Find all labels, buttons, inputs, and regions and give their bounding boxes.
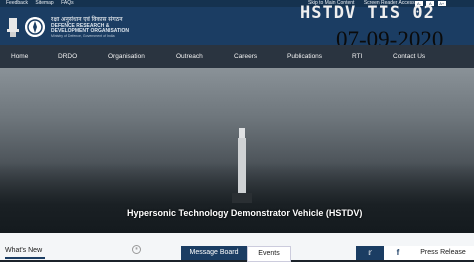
faqs-link[interactable]: FAQs — [61, 0, 74, 6]
feedback-link[interactable]: Feedback — [6, 0, 28, 6]
font-increase-button[interactable]: A+ — [437, 1, 446, 6]
whats-new-underline — [5, 257, 45, 259]
tab-message-board[interactable]: Message Board — [181, 246, 247, 260]
video-caption-ticker: HSTDV TIS 02 — [300, 3, 435, 23]
pause-icon[interactable]: ⏸ — [132, 245, 141, 254]
nav-organisation[interactable]: Organisation — [108, 53, 145, 60]
sitemap-link[interactable]: Sitemap — [35, 0, 53, 6]
press-release-tab[interactable]: Press Release — [412, 246, 474, 260]
nav-rti[interactable]: RTI — [352, 53, 362, 60]
nav-careers[interactable]: Careers — [234, 53, 257, 60]
org-ministry: Ministry of Defence, Government of India — [51, 34, 115, 38]
content-strip: What's New ⏸ Message Board Events 𝕣 f Pr… — [0, 233, 474, 262]
hero-title: Hypersonic Technology Demonstrator Vehic… — [127, 208, 363, 218]
organisation-name: रक्षा अनुसंधान एवं विकास संगठन DEFENCE R… — [51, 17, 129, 39]
nav-drdo[interactable]: DRDO — [58, 53, 77, 60]
utility-links: Feedback Sitemap FAQs — [6, 0, 80, 7]
national-emblem-icon — [7, 18, 19, 37]
vehicle-nose — [239, 128, 245, 138]
site-header: रक्षा अनुसंधान एवं विकास संगठन DEFENCE R… — [0, 3, 474, 52]
nav-outreach[interactable]: Outreach — [176, 53, 203, 60]
whats-new-heading: What's New — [5, 247, 43, 254]
twitter-icon[interactable]: 𝕣 — [356, 246, 384, 260]
facebook-icon[interactable]: f — [384, 246, 412, 260]
launch-vehicle-image — [232, 128, 252, 203]
main-nav: Home DRDO Organisation Outreach Careers … — [0, 45, 474, 68]
nav-publications[interactable]: Publications — [287, 53, 322, 60]
nav-home[interactable]: Home — [11, 53, 28, 60]
nav-contact-us[interactable]: Contact Us — [393, 53, 425, 60]
hero-banner[interactable]: Hypersonic Technology Demonstrator Vehic… — [0, 68, 474, 233]
drdo-logo-icon[interactable] — [25, 17, 45, 37]
launch-pad — [232, 193, 252, 203]
